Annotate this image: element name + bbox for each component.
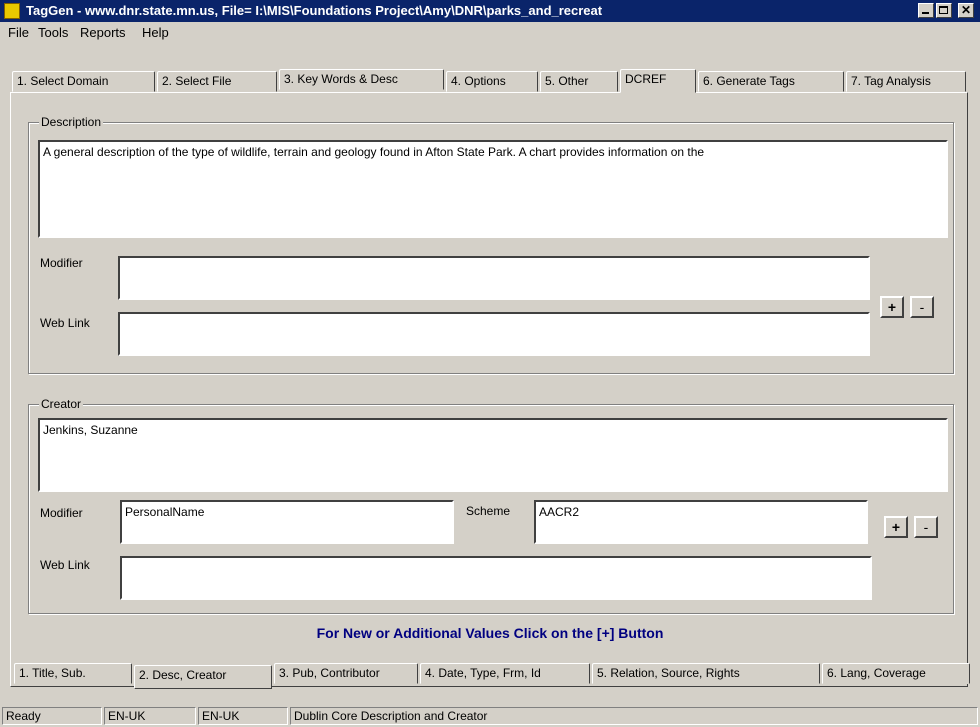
creator-weblink-field[interactable] [120,556,872,600]
status-ready: Ready [2,707,102,725]
menu-file[interactable]: File [8,25,29,40]
add-values-hint: For New or Additional Values Click on th… [316,625,664,641]
creator-modifier-field[interactable]: PersonalName [120,500,454,544]
tab-lang-coverage[interactable]: 6. Lang, Coverage [822,663,970,684]
menu-help[interactable]: Help [142,25,169,40]
tab-key-words[interactable]: 3. Key Words & Desc [279,69,444,90]
tab-options[interactable]: 4. Options [446,71,538,92]
close-icon: ✕ [961,3,972,17]
tab-tag-analysis[interactable]: 7. Tag Analysis [846,71,966,92]
creator-textarea[interactable]: Jenkins, Suzanne [38,418,948,492]
tab-select-domain[interactable]: 1. Select Domain [12,71,155,92]
description-add-button[interactable]: + [880,296,904,318]
tab-pub-contributor[interactable]: 3. Pub, Contributor [274,663,418,684]
tab-other[interactable]: 5. Other [540,71,618,92]
maximize-button[interactable] [936,3,952,18]
description-modifier-label: Modifier [40,256,83,270]
tab-title-sub[interactable]: 1. Title, Sub. [14,663,132,684]
description-remove-button[interactable]: - [910,296,934,318]
status-message: Dublin Core Description and Creator [290,707,978,725]
tab-desc-creator[interactable]: 2. Desc, Creator [134,665,272,689]
app-icon[interactable] [4,3,20,19]
status-bar: Ready EN-UK EN-UK Dublin Core Descriptio… [0,706,980,727]
creator-scheme-field[interactable]: AACR2 [534,500,868,544]
bottom-tab-strip: 1. Title, Sub. 2. Desc, Creator 3. Pub, … [14,663,970,689]
top-tab-strip: 1. Select Domain 2. Select File 3. Key W… [12,69,968,93]
status-language-2: EN-UK [198,707,288,725]
creator-modifier-label: Modifier [40,506,83,520]
tab-dcref[interactable]: DCREF [620,69,696,93]
tab-relation-source-rights[interactable]: 5. Relation, Source, Rights [592,663,820,684]
menu-bar: File Tools Reports Help [0,22,980,42]
status-language-1: EN-UK [104,707,196,725]
window-title: TagGen - www.dnr.state.mn.us, File= I:\M… [26,3,603,18]
creator-legend: Creator [39,397,84,411]
minimize-icon [922,12,929,14]
tab-generate-tags[interactable]: 6. Generate Tags [698,71,844,92]
tab-date-type[interactable]: 4. Date, Type, Frm, Id [420,663,590,684]
description-weblink-field[interactable] [118,312,870,356]
tab-select-file[interactable]: 2. Select File [157,71,277,92]
creator-scheme-label: Scheme [466,504,511,518]
menu-tools[interactable]: Tools [38,25,68,40]
description-legend: Description [39,115,104,129]
maximize-icon [939,6,948,14]
description-weblink-label: Web Link [40,316,90,330]
minimize-button[interactable] [918,3,934,18]
close-button[interactable]: ✕ [958,3,974,18]
creator-weblink-label: Web Link [40,558,90,572]
creator-remove-button[interactable]: - [914,516,938,538]
creator-add-button[interactable]: + [884,516,908,538]
description-modifier-field[interactable] [118,256,870,300]
description-textarea[interactable]: A general description of the type of wil… [38,140,948,238]
title-bar: TagGen - www.dnr.state.mn.us, File= I:\M… [0,0,980,22]
menu-reports[interactable]: Reports [80,25,126,40]
